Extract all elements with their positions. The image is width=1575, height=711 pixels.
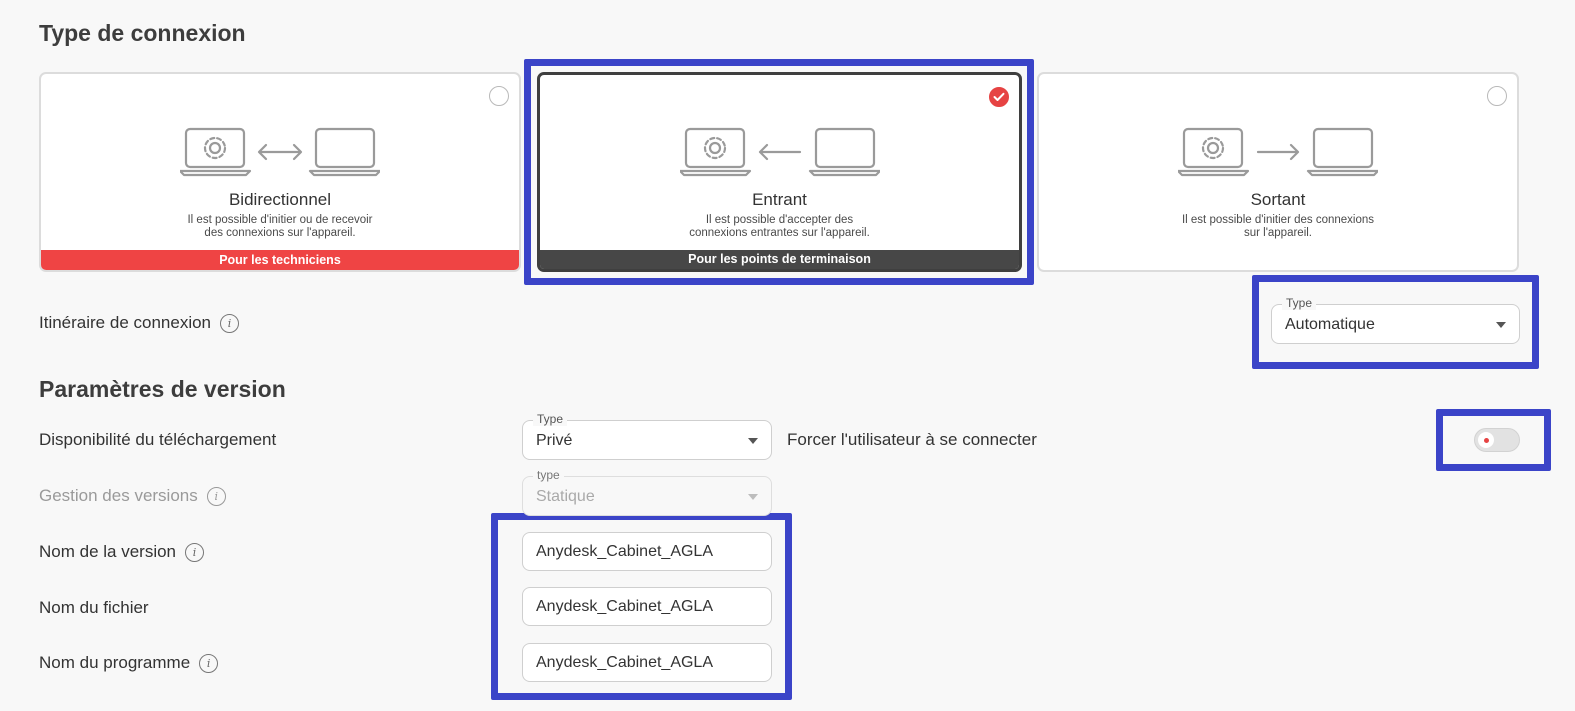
version-management-label: Gestion des versions	[39, 486, 198, 505]
select-legend: Type	[533, 412, 568, 426]
toggle-knob	[1478, 432, 1494, 448]
select-legend: type	[533, 468, 564, 482]
card-bidirectionnel[interactable]: Bidirectionnel Il est possible d'initier…	[39, 72, 521, 272]
route-label: Itinéraire de connexion	[39, 313, 212, 332]
download-availability-select[interactable]: Type Privé	[522, 412, 772, 460]
radio-entrant-checked[interactable]	[989, 87, 1009, 107]
toggle-off-indicator	[1483, 437, 1489, 443]
chevron-down-icon	[748, 438, 758, 444]
outgoing-devices-icon	[1178, 127, 1378, 177]
download-availability-label: Disponibilité du téléchargement	[39, 430, 277, 449]
card-entrant[interactable]: Entrant Il est possible d'accepter des c…	[537, 72, 1022, 272]
card-band-technicians: Pour les techniciens	[41, 250, 519, 270]
version-name-label-row: Nom de la version i	[39, 542, 205, 562]
select-value: Privé	[536, 432, 573, 449]
radio-bidirectionnel[interactable]	[489, 86, 509, 106]
select-value: Automatique	[1285, 316, 1375, 333]
check-icon	[993, 92, 1005, 101]
card-sortant[interactable]: Sortant Il est possible d'initier des co…	[1037, 72, 1519, 272]
version-management-select: type Statique	[522, 468, 772, 516]
chevron-down-icon	[1496, 322, 1506, 328]
info-icon[interactable]: i	[220, 313, 240, 333]
route-label-row: Itinéraire de connexion i	[39, 313, 240, 333]
program-name-label: Nom du programme	[39, 653, 191, 672]
program-name-input[interactable]	[522, 643, 772, 682]
card-description: Il est possible d'initier ou de recevoir…	[187, 214, 373, 239]
file-name-label: Nom du fichier	[39, 598, 149, 617]
card-band-endpoints: Pour les points de terminaison	[540, 250, 1019, 269]
force-login-toggle[interactable]	[1474, 428, 1520, 452]
force-login-label: Forcer l'utilisateur à se connecter	[787, 430, 1037, 449]
card-description: Il est possible d'initier des connexions…	[1181, 214, 1375, 239]
card-title: Bidirectionnel	[228, 190, 332, 209]
version-name-label: Nom de la version	[39, 542, 177, 561]
program-name-label-row: Nom du programme i	[39, 653, 219, 673]
version-management-label-row: Gestion des versions i	[39, 486, 226, 506]
select-legend: Type	[1282, 296, 1317, 310]
route-type-select[interactable]: Type Automatique	[1271, 296, 1520, 344]
info-icon[interactable]: i	[206, 486, 226, 506]
info-icon[interactable]: i	[199, 653, 219, 673]
select-value: Statique	[536, 488, 595, 505]
chevron-down-icon	[748, 494, 758, 500]
version-name-input[interactable]	[522, 532, 772, 571]
bidirectional-devices-icon	[180, 127, 380, 177]
card-description: Il est possible d'accepter des connexion…	[689, 214, 870, 239]
card-title: Sortant	[1250, 190, 1306, 209]
radio-sortant[interactable]	[1487, 86, 1507, 106]
info-icon[interactable]: i	[185, 542, 205, 562]
card-title: Entrant	[752, 190, 807, 209]
incoming-devices-icon	[679, 127, 880, 177]
file-name-input[interactable]	[522, 587, 772, 626]
section-title-connection-type: Type de connexion	[39, 20, 246, 46]
section-title-version-settings: Paramètres de version	[39, 376, 286, 402]
